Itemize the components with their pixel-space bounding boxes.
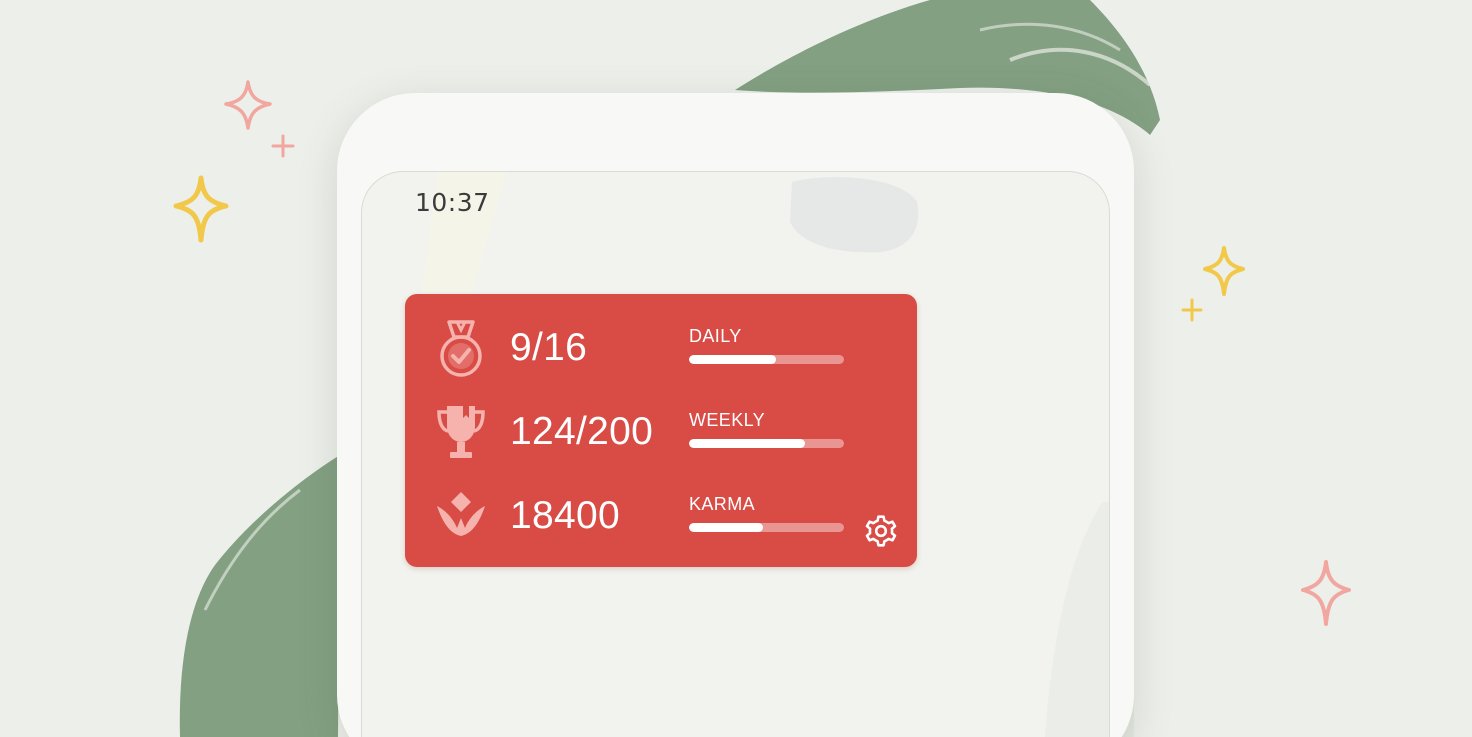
stats-widget[interactable]: 9/16 DAILY 124/200 WEEKLY 18400 KARMA — [405, 294, 917, 567]
stat-row-weekly: 124/200 WEEKLY — [405, 404, 917, 488]
sparkle-pink-large — [224, 80, 272, 130]
stat-label-daily: DAILY — [689, 326, 742, 346]
green-brush-stroke-left — [179, 455, 340, 737]
status-bar-time: 10:37 — [415, 188, 490, 217]
karma-flower-icon — [435, 488, 487, 548]
stat-row-daily: 9/16 DAILY — [405, 320, 917, 404]
progress-bar-daily — [689, 355, 844, 364]
phone-screen: 10:37 9/16 DAILY 124/200 WEEKLY 18400 KA… — [361, 171, 1110, 737]
progress-bar-karma — [689, 523, 844, 532]
stat-label-karma: KARMA — [689, 494, 756, 514]
sparkle-yellow-tiny — [1181, 298, 1203, 322]
trophy-icon — [435, 404, 487, 464]
gear-icon — [865, 515, 897, 547]
progress-fill-karma — [689, 523, 764, 532]
medal-icon — [435, 320, 487, 380]
stat-value-daily: 9/16 — [510, 326, 588, 369]
progress-bar-weekly — [689, 439, 844, 448]
stat-row-karma: 18400 KARMA — [405, 488, 917, 572]
stat-label-weekly: WEEKLY — [689, 410, 766, 430]
sparkle-pink-bottom-right — [1301, 560, 1351, 626]
progress-fill-daily — [689, 355, 777, 364]
stat-value-weekly: 124/200 — [510, 410, 654, 453]
stat-value-karma: 18400 — [510, 494, 620, 537]
sparkle-pink-small — [271, 134, 295, 158]
progress-fill-weekly — [689, 439, 806, 448]
phone-frame: 10:37 9/16 DAILY 124/200 WEEKLY 18400 KA… — [337, 93, 1134, 737]
settings-button[interactable] — [861, 511, 901, 551]
sparkle-yellow-left — [173, 175, 229, 243]
sparkle-yellow-right — [1203, 246, 1245, 296]
